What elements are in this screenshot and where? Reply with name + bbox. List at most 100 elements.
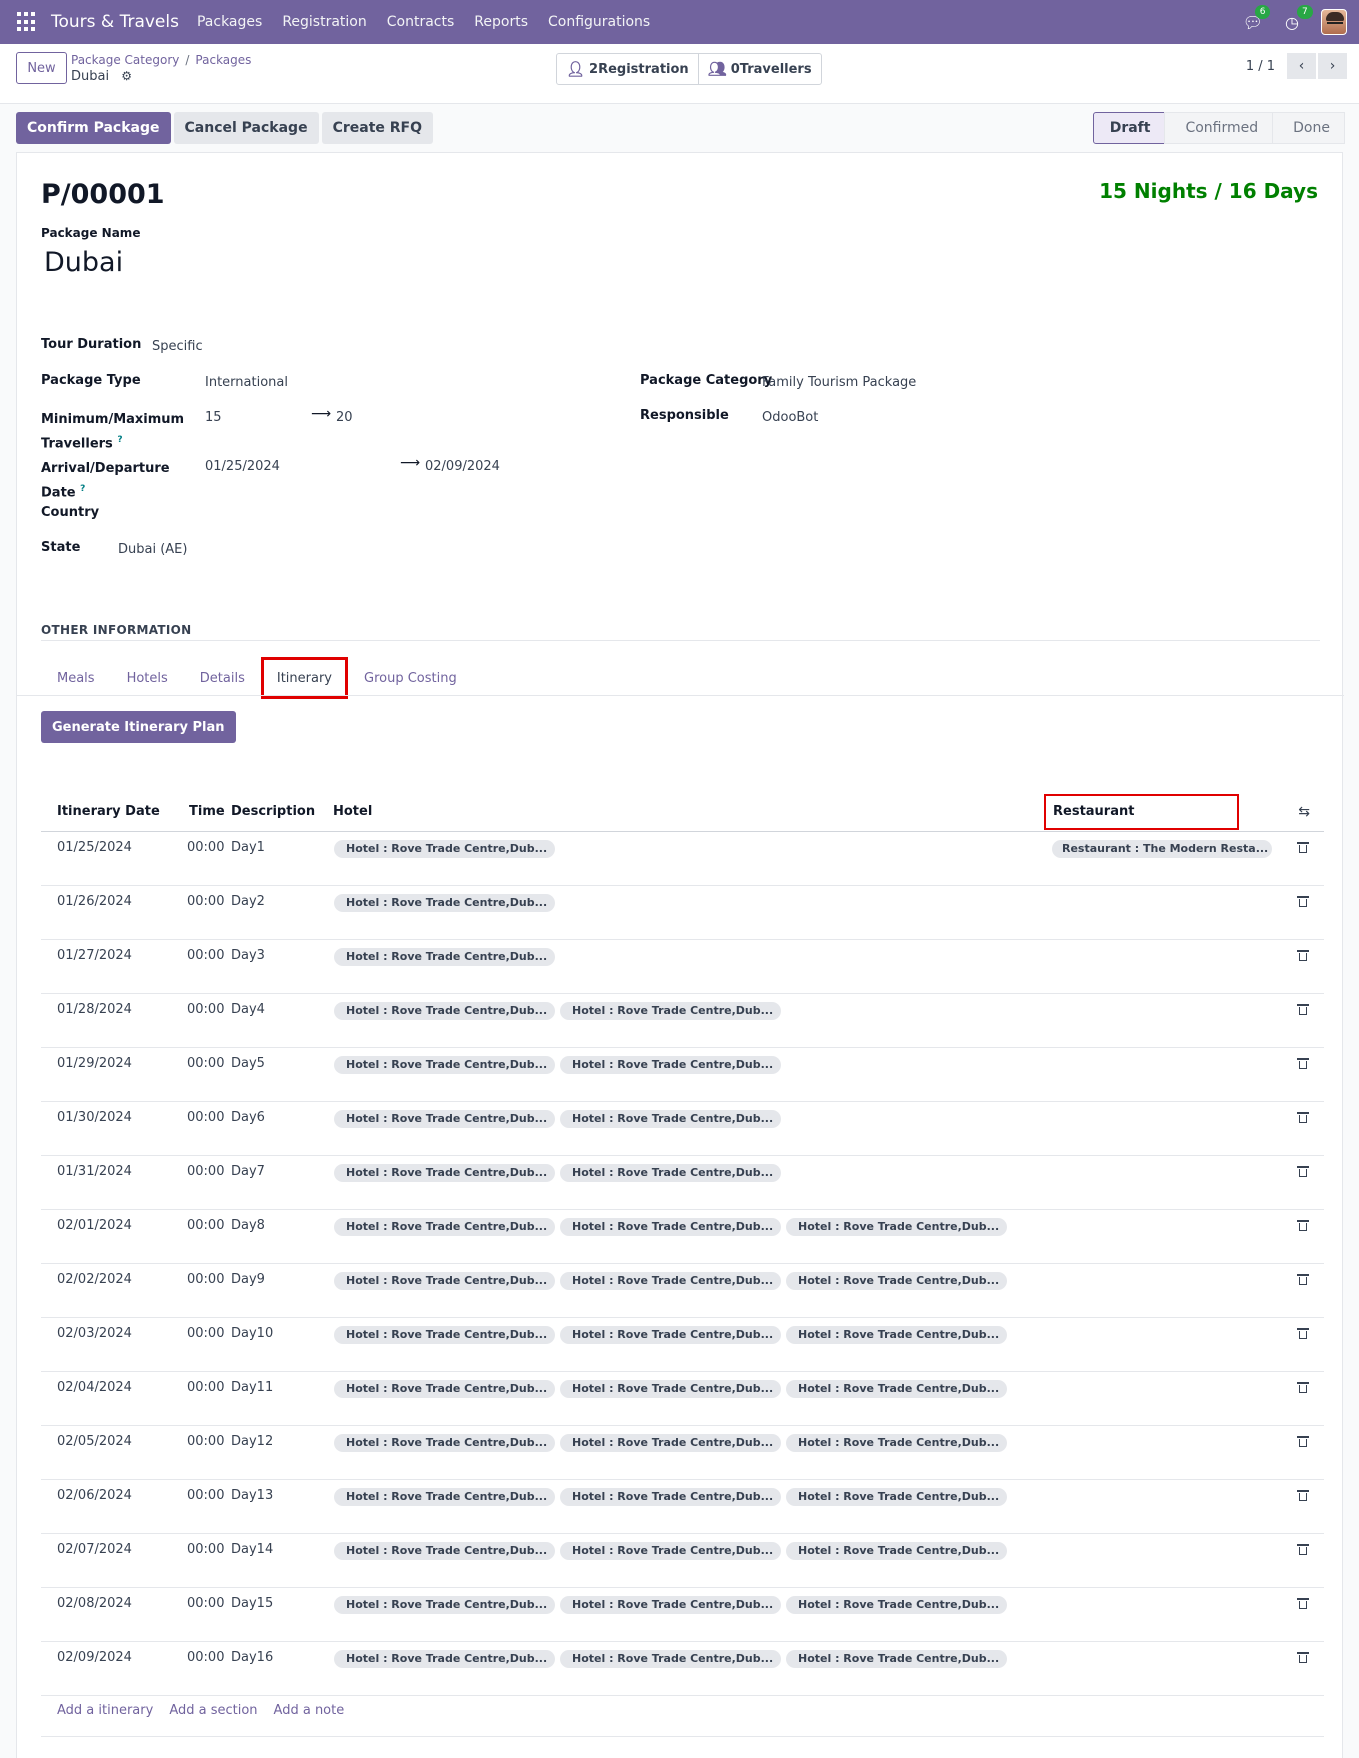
cell-hotels[interactable]: Hotel : Rove Trade Centre,Dub... Hotel : …	[334, 1110, 786, 1128]
app-brand[interactable]: Tours & Travels	[51, 12, 179, 32]
trash-icon[interactable]	[1297, 1652, 1309, 1664]
table-row[interactable]: 01/27/2024 00:00 Day3 Hotel : Rove Trade Ce…	[41, 940, 1324, 994]
trash-icon[interactable]	[1297, 1328, 1309, 1340]
package-name-field[interactable]: Dubai	[44, 247, 123, 278]
cell-description[interactable]: Day11	[231, 1380, 273, 1395]
cell-description[interactable]: Day14	[231, 1542, 273, 1557]
cell-itinerary-date[interactable]: 02/05/2024	[57, 1434, 132, 1449]
cell-hotels[interactable]: Hotel : Rove Trade Centre,Dub... Hotel : …	[334, 1596, 1012, 1614]
cell-time[interactable]: 00:00	[187, 1056, 224, 1071]
new-button[interactable]: New	[16, 52, 67, 84]
add-section-link[interactable]: Add a section	[169, 1703, 257, 1718]
hotel-tag[interactable]: Hotel : Rove Trade Centre,Dub...	[560, 1272, 781, 1290]
cell-hotels[interactable]: Hotel : Rove Trade Centre,Dub... Hotel : …	[334, 1002, 786, 1020]
hotel-tag[interactable]: Hotel : Rove Trade Centre,Dub...	[334, 840, 555, 858]
apps-menu-icon[interactable]	[17, 12, 37, 32]
breadcrumb-package-category[interactable]: Package Category	[71, 53, 179, 67]
cell-time[interactable]: 00:00	[187, 1326, 224, 1341]
help-icon[interactable]: ?	[80, 484, 85, 494]
tab-group-costing[interactable]: Group Costing	[348, 657, 473, 699]
hotel-tag[interactable]: Hotel : Rove Trade Centre,Dub...	[560, 1380, 781, 1398]
cell-itinerary-date[interactable]: 01/30/2024	[57, 1110, 132, 1125]
departure-date-field[interactable]: 02/09/2024	[425, 457, 500, 477]
header-restaurant[interactable]: Restaurant	[1044, 794, 1239, 830]
cell-hotels[interactable]: Hotel : Rove Trade Centre,Dub...	[334, 894, 560, 912]
generate-itinerary-button[interactable]: Generate Itinerary Plan	[41, 711, 236, 743]
trash-icon[interactable]	[1297, 1058, 1309, 1070]
hotel-tag[interactable]: Hotel : Rove Trade Centre,Dub...	[560, 1596, 781, 1614]
hotel-tag[interactable]: Hotel : Rove Trade Centre,Dub...	[334, 948, 555, 966]
cell-time[interactable]: 00:00	[187, 1110, 224, 1125]
cell-itinerary-date[interactable]: 01/26/2024	[57, 894, 132, 909]
hotel-tag[interactable]: Hotel : Rove Trade Centre,Dub...	[334, 894, 555, 912]
cell-time[interactable]: 00:00	[187, 1650, 224, 1665]
tab-meals[interactable]: Meals	[41, 657, 111, 699]
user-avatar[interactable]	[1321, 9, 1347, 35]
travellers-smart-button[interactable]: 👥︎ 0 Travellers	[697, 54, 821, 84]
table-row[interactable]: 02/03/2024 00:00 Day10 Hotel : Rove Trade C…	[41, 1318, 1324, 1372]
cell-time[interactable]: 00:00	[187, 1002, 224, 1017]
registration-smart-button[interactable]: 👤︎ 2 Registration	[557, 54, 698, 84]
cell-time[interactable]: 00:00	[187, 1380, 224, 1395]
trash-icon[interactable]	[1297, 1382, 1309, 1394]
trash-icon[interactable]	[1297, 896, 1309, 908]
cell-time[interactable]: 00:00	[187, 1542, 224, 1557]
table-row[interactable]: 02/04/2024 00:00 Day11 Hotel : Rove Trade C…	[41, 1372, 1324, 1426]
cell-hotels[interactable]: Hotel : Rove Trade Centre,Dub...	[334, 948, 560, 966]
cell-hotels[interactable]: Hotel : Rove Trade Centre,Dub... Hotel : …	[334, 1434, 1012, 1452]
tour-duration-field[interactable]: Specific	[152, 337, 203, 357]
stage-draft[interactable]: Draft	[1092, 112, 1166, 144]
trash-icon[interactable]	[1297, 950, 1309, 962]
help-icon[interactable]: ?	[117, 435, 122, 445]
hotel-tag[interactable]: Hotel : Rove Trade Centre,Dub...	[560, 1326, 781, 1344]
hotel-tag[interactable]: Hotel : Rove Trade Centre,Dub...	[786, 1380, 1007, 1398]
tab-details[interactable]: Details	[184, 657, 261, 699]
cell-description[interactable]: Day9	[231, 1272, 265, 1287]
trash-icon[interactable]	[1297, 1274, 1309, 1286]
hotel-tag[interactable]: Hotel : Rove Trade Centre,Dub...	[334, 1434, 555, 1452]
header-time[interactable]: Time	[189, 792, 225, 832]
cell-itinerary-date[interactable]: 01/31/2024	[57, 1164, 132, 1179]
cell-description[interactable]: Day3	[231, 948, 265, 963]
cell-itinerary-date[interactable]: 02/06/2024	[57, 1488, 132, 1503]
cancel-package-button[interactable]: Cancel Package	[173, 112, 319, 144]
cell-time[interactable]: 00:00	[187, 1272, 224, 1287]
cell-time[interactable]: 00:00	[187, 1596, 224, 1611]
cell-hotels[interactable]: Hotel : Rove Trade Centre,Dub... Hotel : …	[334, 1272, 1012, 1290]
table-row[interactable]: 01/28/2024 00:00 Day4 Hotel : Rove Trade Ce…	[41, 994, 1324, 1048]
package-type-field[interactable]: International	[205, 373, 288, 393]
add-note-link[interactable]: Add a note	[274, 1703, 345, 1718]
trash-icon[interactable]	[1297, 1166, 1309, 1178]
table-row[interactable]: 02/08/2024 00:00 Day15 Hotel : Rove Trade C…	[41, 1588, 1324, 1642]
cell-hotels[interactable]: Hotel : Rove Trade Centre,Dub...	[334, 840, 560, 858]
cell-time[interactable]: 00:00	[187, 948, 224, 963]
stage-done[interactable]: Done	[1272, 112, 1345, 144]
cell-description[interactable]: Day10	[231, 1326, 273, 1341]
table-row[interactable]: 01/26/2024 00:00 Day2 Hotel : Rove Trade Ce…	[41, 886, 1324, 940]
hotel-tag[interactable]: Hotel : Rove Trade Centre,Dub...	[560, 1218, 781, 1236]
trash-icon[interactable]	[1297, 1112, 1309, 1124]
table-row[interactable]: 02/02/2024 00:00 Day9 Hotel : Rove Trade Ce…	[41, 1264, 1324, 1318]
cell-description[interactable]: Day13	[231, 1488, 273, 1503]
cell-hotels[interactable]: Hotel : Rove Trade Centre,Dub... Hotel : …	[334, 1488, 1012, 1506]
cell-itinerary-date[interactable]: 02/08/2024	[57, 1596, 132, 1611]
hotel-tag[interactable]: Hotel : Rove Trade Centre,Dub...	[560, 1056, 781, 1074]
table-row[interactable]: 02/05/2024 00:00 Day12 Hotel : Rove Trade C…	[41, 1426, 1324, 1480]
cell-itinerary-date[interactable]: 01/25/2024	[57, 840, 132, 855]
package-category-field[interactable]: Family Tourism Package	[762, 373, 916, 393]
hotel-tag[interactable]: Hotel : Rove Trade Centre,Dub...	[334, 1110, 555, 1128]
cell-hotels[interactable]: Hotel : Rove Trade Centre,Dub... Hotel : …	[334, 1326, 1012, 1344]
breadcrumb-packages[interactable]: Packages	[195, 53, 251, 67]
cell-time[interactable]: 00:00	[187, 1218, 224, 1233]
stage-confirmed[interactable]: Confirmed	[1164, 112, 1274, 144]
hotel-tag[interactable]: Hotel : Rove Trade Centre,Dub...	[334, 1218, 555, 1236]
min-travellers-field[interactable]: 15	[205, 408, 222, 428]
gear-icon[interactable]: ⚙	[121, 69, 132, 83]
hotel-tag[interactable]: Hotel : Rove Trade Centre,Dub...	[560, 1110, 781, 1128]
hotel-tag[interactable]: Hotel : Rove Trade Centre,Dub...	[786, 1434, 1007, 1452]
hotel-tag[interactable]: Hotel : Rove Trade Centre,Dub...	[560, 1542, 781, 1560]
hotel-tag[interactable]: Hotel : Rove Trade Centre,Dub...	[786, 1488, 1007, 1506]
arrival-date-field[interactable]: 01/25/2024	[205, 457, 280, 477]
table-row[interactable]: 02/06/2024 00:00 Day13 Hotel : Rove Trade C…	[41, 1480, 1324, 1534]
cell-time[interactable]: 00:00	[187, 840, 224, 855]
